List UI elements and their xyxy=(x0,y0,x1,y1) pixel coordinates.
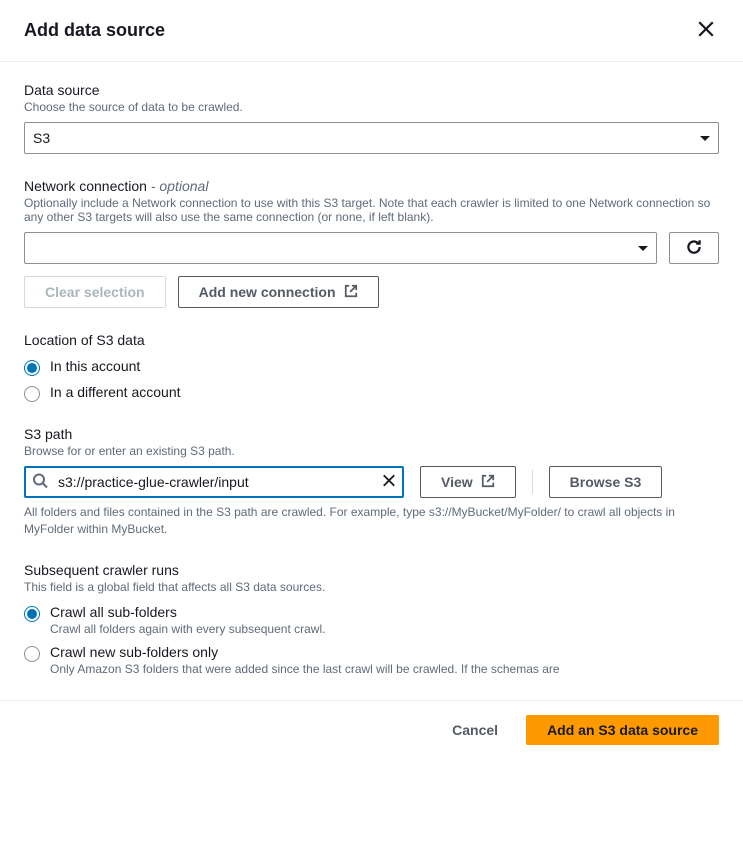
radio-different-account[interactable]: In a different account xyxy=(24,384,719,402)
radio-crawl-new-description: Only Amazon S3 folders that were added s… xyxy=(50,662,719,676)
refresh-button[interactable] xyxy=(669,232,719,264)
cancel-button[interactable]: Cancel xyxy=(432,715,518,745)
network-connection-select[interactable] xyxy=(24,232,657,264)
radio-icon xyxy=(24,386,40,402)
radio-crawl-new[interactable]: Crawl new sub-folders only Only Amazon S… xyxy=(24,644,719,676)
data-source-select[interactable]: S3 xyxy=(24,122,719,154)
s3-path-description: Browse for or enter an existing S3 path. xyxy=(24,444,719,458)
close-button[interactable] xyxy=(693,16,719,45)
modal-header: Add data source xyxy=(0,0,743,62)
radio-crawl-all-description: Crawl all folders again with every subse… xyxy=(50,622,719,636)
network-connection-label: Network connection - optional xyxy=(24,178,719,194)
divider xyxy=(532,470,533,494)
s3-path-label: S3 path xyxy=(24,426,719,442)
refresh-icon xyxy=(685,238,703,259)
clear-input-icon[interactable] xyxy=(382,474,396,491)
search-icon xyxy=(32,473,48,492)
radio-this-account-label: In this account xyxy=(50,358,719,374)
modal-body: Data source Choose the source of data to… xyxy=(0,62,743,676)
location-s3-label: Location of S3 data xyxy=(24,332,719,348)
radio-crawl-all[interactable]: Crawl all sub-folders Crawl all folders … xyxy=(24,604,719,636)
browse-s3-button[interactable]: Browse S3 xyxy=(549,466,663,498)
close-icon xyxy=(697,20,715,41)
external-link-icon xyxy=(481,474,495,491)
data-source-select-value: S3 xyxy=(24,122,719,154)
radio-icon xyxy=(24,646,40,662)
data-source-section: Data source Choose the source of data to… xyxy=(24,82,719,154)
s3-path-input-wrapper xyxy=(24,466,404,498)
network-connection-section: Network connection - optional Optionally… xyxy=(24,178,719,308)
s3-path-input[interactable] xyxy=(24,466,404,498)
modal-footer: Cancel Add an S3 data source xyxy=(0,700,743,759)
radio-crawl-all-label: Crawl all sub-folders xyxy=(50,604,719,620)
subsequent-runs-section: Subsequent crawler runs This field is a … xyxy=(24,562,719,676)
data-source-label: Data source xyxy=(24,82,719,98)
location-s3-section: Location of S3 data In this account In a… xyxy=(24,332,719,402)
modal-title: Add data source xyxy=(24,20,165,41)
radio-different-account-label: In a different account xyxy=(50,384,719,400)
radio-crawl-new-label: Crawl new sub-folders only xyxy=(50,644,719,660)
radio-this-account[interactable]: In this account xyxy=(24,358,719,376)
subsequent-runs-description: This field is a global field that affect… xyxy=(24,580,719,594)
clear-selection-button[interactable]: Clear selection xyxy=(24,276,166,308)
radio-icon xyxy=(24,360,40,376)
network-connection-description: Optionally include a Network connection … xyxy=(24,196,719,224)
add-data-source-modal: Add data source Data source Choose the s… xyxy=(0,0,743,759)
add-s3-data-source-button[interactable]: Add an S3 data source xyxy=(526,715,719,745)
subsequent-runs-label: Subsequent crawler runs xyxy=(24,562,719,578)
view-button[interactable]: View xyxy=(420,466,516,498)
radio-icon xyxy=(24,606,40,622)
s3-path-helper: All folders and files contained in the S… xyxy=(24,504,719,538)
external-link-icon xyxy=(344,284,358,301)
s3-path-section: S3 path Browse for or enter an existing … xyxy=(24,426,719,538)
data-source-description: Choose the source of data to be crawled. xyxy=(24,100,719,114)
network-connection-value xyxy=(24,232,657,264)
add-new-connection-button[interactable]: Add new connection xyxy=(178,276,379,308)
